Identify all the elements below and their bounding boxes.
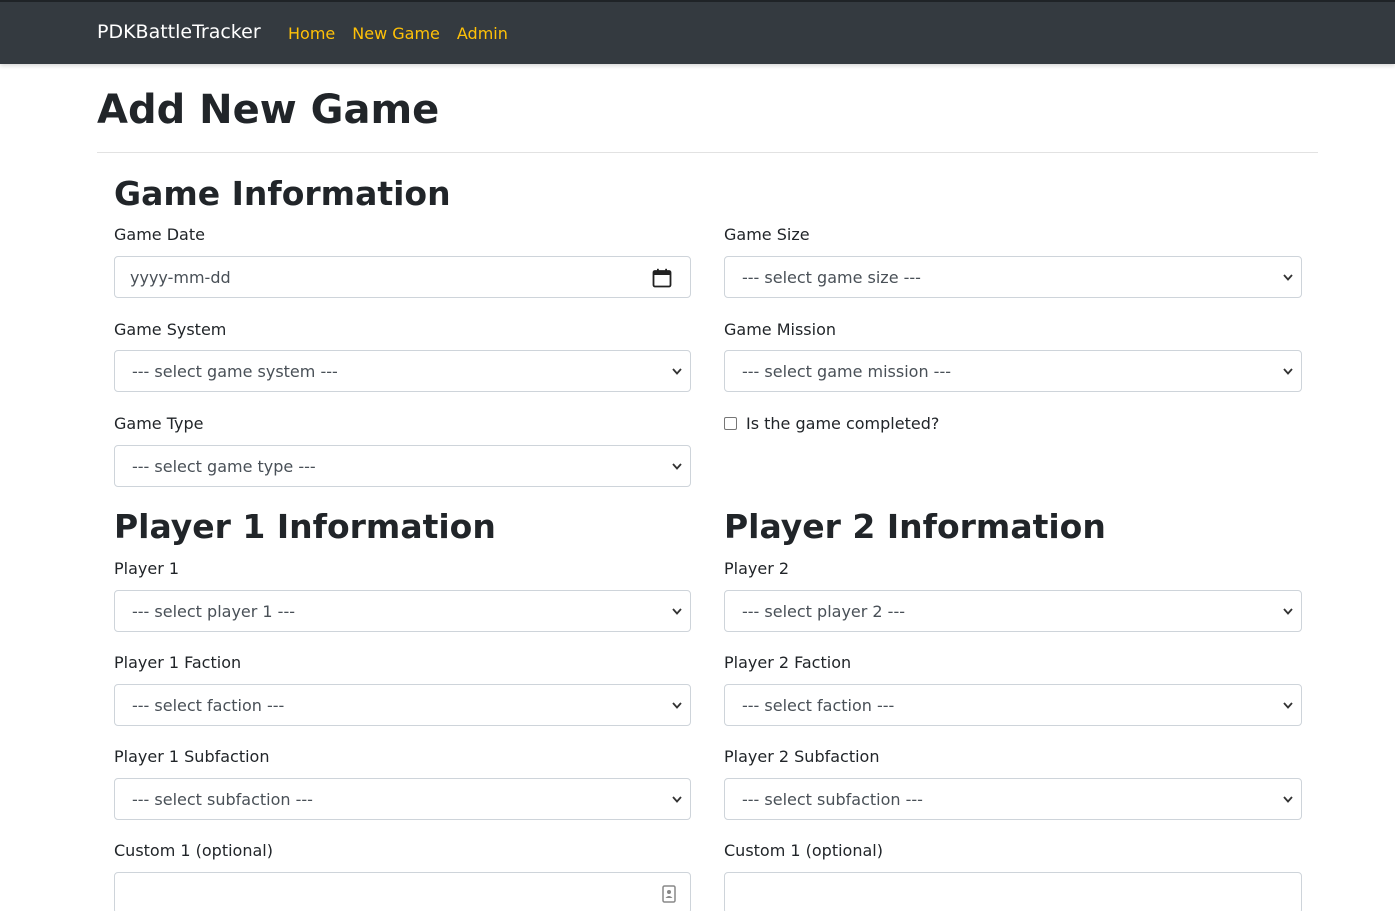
game-completed-checkbox[interactable] bbox=[724, 417, 737, 430]
player2-custom-label: Custom 1 (optional) bbox=[724, 841, 883, 860]
player2-subfaction-value: --- select subfaction --- bbox=[742, 790, 923, 809]
game-completed-label[interactable]: Is the game completed? bbox=[746, 414, 939, 433]
player1-select[interactable]: --- select player 1 --- bbox=[114, 590, 691, 632]
player1-faction-label: Player 1 Faction bbox=[114, 653, 242, 672]
player1-label: Player 1 bbox=[114, 559, 180, 578]
player2-faction-value: --- select faction --- bbox=[742, 696, 895, 715]
player1-faction-value: --- select faction --- bbox=[132, 696, 285, 715]
chevron-down-icon bbox=[672, 796, 682, 803]
player2-subfaction-label: Player 2 Subfaction bbox=[724, 747, 880, 766]
nav-link-admin[interactable]: Admin bbox=[457, 24, 508, 43]
nav-link-home[interactable]: Home bbox=[288, 24, 335, 43]
player2-value: --- select player 2 --- bbox=[742, 602, 905, 621]
chevron-down-icon bbox=[1283, 608, 1293, 615]
game-mission-select[interactable]: --- select game mission --- bbox=[724, 350, 1302, 392]
game-completed-field: Is the game completed? bbox=[724, 414, 939, 433]
game-size-value: --- select game size --- bbox=[742, 268, 921, 287]
player1-custom-input[interactable] bbox=[114, 872, 691, 911]
calendar-icon[interactable] bbox=[652, 268, 672, 288]
game-system-label: Game System bbox=[114, 320, 227, 339]
game-info-heading: Game Information bbox=[114, 174, 451, 213]
player2-label: Player 2 bbox=[724, 559, 790, 578]
game-size-label: Game Size bbox=[724, 225, 810, 244]
game-type-label: Game Type bbox=[114, 414, 204, 433]
player1-subfaction-value: --- select subfaction --- bbox=[132, 790, 313, 809]
game-date-input[interactable]: yyyy-mm-dd bbox=[114, 256, 691, 298]
nav-links: Home New Game Admin bbox=[288, 24, 508, 43]
game-date-placeholder: yyyy-mm-dd bbox=[130, 268, 231, 287]
player1-faction-select[interactable]: --- select faction --- bbox=[114, 684, 691, 726]
game-system-select[interactable]: --- select game system --- bbox=[114, 350, 691, 392]
player2-select[interactable]: --- select player 2 --- bbox=[724, 590, 1302, 632]
chevron-down-icon bbox=[672, 702, 682, 709]
chevron-down-icon bbox=[672, 368, 682, 375]
brand-link[interactable]: PDKBattleTracker bbox=[97, 21, 261, 43]
game-system-value: --- select game system --- bbox=[132, 362, 338, 381]
chevron-down-icon bbox=[1283, 796, 1293, 803]
player2-custom-input[interactable] bbox=[724, 872, 1302, 911]
player2-faction-label: Player 2 Faction bbox=[724, 653, 852, 672]
top-navbar: PDKBattleTracker Home New Game Admin bbox=[0, 0, 1395, 64]
game-date-label: Game Date bbox=[114, 225, 205, 244]
chevron-down-icon bbox=[1283, 274, 1293, 281]
contact-card-icon[interactable] bbox=[662, 885, 676, 903]
game-mission-value: --- select game mission --- bbox=[742, 362, 951, 381]
game-size-select[interactable]: --- select game size --- bbox=[724, 256, 1302, 298]
title-divider bbox=[97, 152, 1318, 153]
player1-subfaction-select[interactable]: --- select subfaction --- bbox=[114, 778, 691, 820]
chevron-down-icon bbox=[1283, 702, 1293, 709]
player2-subfaction-select[interactable]: --- select subfaction --- bbox=[724, 778, 1302, 820]
game-type-select[interactable]: --- select game type --- bbox=[114, 445, 691, 487]
page-title: Add New Game bbox=[97, 87, 440, 133]
game-mission-label: Game Mission bbox=[724, 320, 837, 339]
player1-heading: Player 1 Information bbox=[114, 507, 496, 546]
nav-link-new-game[interactable]: New Game bbox=[352, 24, 440, 43]
player2-heading: Player 2 Information bbox=[724, 507, 1106, 546]
chevron-down-icon bbox=[1283, 368, 1293, 375]
chevron-down-icon bbox=[672, 463, 682, 470]
player2-faction-select[interactable]: --- select faction --- bbox=[724, 684, 1302, 726]
player1-subfaction-label: Player 1 Subfaction bbox=[114, 747, 270, 766]
game-type-value: --- select game type --- bbox=[132, 457, 316, 476]
chevron-down-icon bbox=[672, 608, 682, 615]
player1-custom-label: Custom 1 (optional) bbox=[114, 841, 273, 860]
player1-value: --- select player 1 --- bbox=[132, 602, 295, 621]
